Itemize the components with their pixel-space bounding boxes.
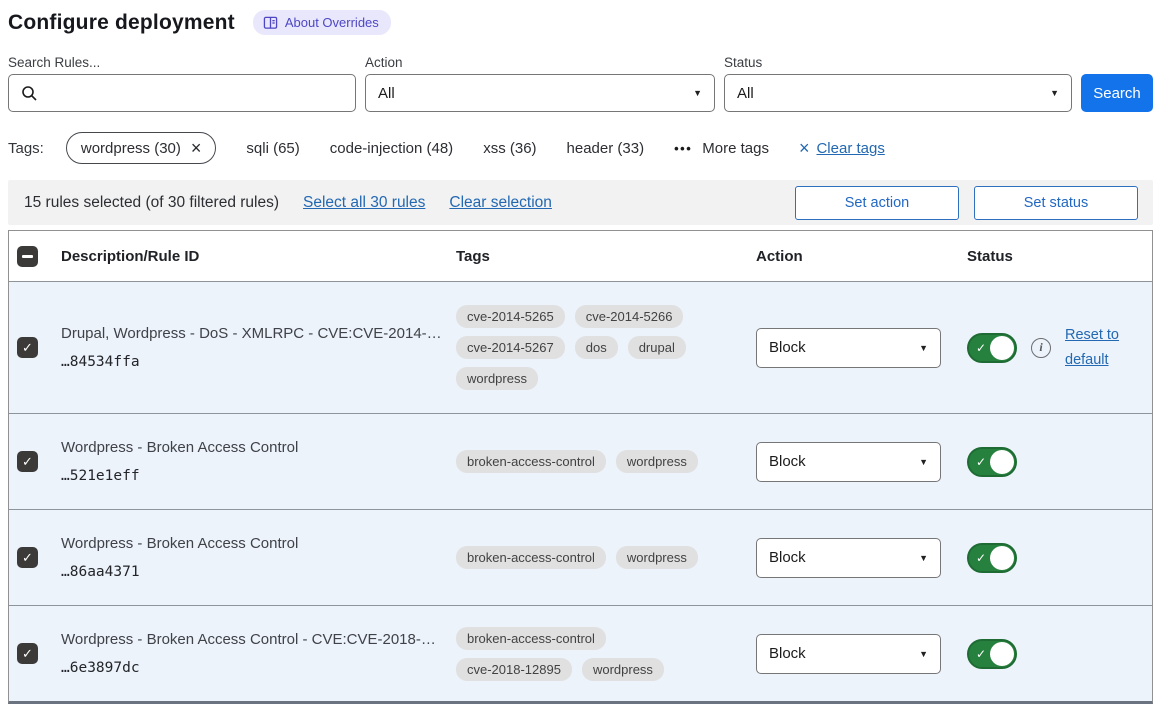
- tags-label: Tags:: [8, 140, 44, 157]
- action-filter-label: Action: [365, 55, 715, 70]
- row-checkbox[interactable]: ✓: [17, 643, 38, 664]
- row-checkbox[interactable]: ✓: [17, 451, 38, 472]
- column-header-action: Action: [751, 248, 956, 265]
- search-icon: [21, 85, 38, 102]
- row-action-select[interactable]: Block ▼: [756, 634, 941, 674]
- tag-pill: broken-access-control: [456, 450, 606, 473]
- action-filter-value: All: [378, 85, 395, 102]
- selection-summary: 15 rules selected (of 30 filtered rules): [24, 194, 279, 212]
- ellipsis-icon: •••: [674, 141, 692, 156]
- tag-item-xss[interactable]: xss (36): [483, 140, 536, 157]
- search-input[interactable]: [8, 74, 356, 112]
- row-checkbox[interactable]: ✓: [17, 547, 38, 568]
- tag-pill: wordpress: [616, 546, 698, 569]
- tag-pill: drupal: [628, 336, 686, 359]
- status-toggle[interactable]: ✓: [967, 543, 1017, 573]
- tag-pill: dos: [575, 336, 618, 359]
- rule-id: …521e1eff: [61, 468, 451, 484]
- column-header-tags: Tags: [451, 248, 713, 265]
- tag-pill: cve-2014-5266: [575, 305, 684, 328]
- chevron-down-icon: ▼: [919, 457, 928, 467]
- clear-tags-link[interactable]: × Clear tags: [799, 139, 885, 157]
- status-toggle[interactable]: ✓: [967, 447, 1017, 477]
- status-toggle[interactable]: ✓: [967, 639, 1017, 669]
- rule-id: …6e3897dc: [61, 660, 451, 676]
- rule-id: …84534ffa: [61, 354, 451, 370]
- tag-pill: wordpress: [456, 367, 538, 390]
- close-icon: ×: [799, 139, 810, 157]
- info-icon[interactable]: i: [1031, 338, 1051, 358]
- selection-bar: 15 rules selected (of 30 filtered rules)…: [8, 180, 1153, 225]
- action-filter-select[interactable]: All ▼: [365, 74, 715, 112]
- row-action-select[interactable]: Block ▼: [756, 328, 941, 368]
- table-row: ✓ Wordpress - Broken Access Control …521…: [9, 413, 1152, 509]
- column-header-description: Description/Rule ID: [61, 248, 451, 265]
- select-all-checkbox[interactable]: [17, 246, 38, 267]
- rule-description: Wordpress - Broken Access Control - CVE:…: [61, 631, 451, 648]
- table-row: ✓ Drupal, Wordpress - DoS - XMLRPC - CVE…: [9, 282, 1152, 413]
- clear-tags-label: Clear tags: [816, 140, 884, 157]
- clear-selection-link[interactable]: Clear selection: [449, 194, 552, 212]
- about-overrides-label: About Overrides: [285, 15, 379, 30]
- tag-chip-label: wordpress (30): [81, 140, 181, 157]
- rules-table: Description/Rule ID Tags Action Status ✓…: [8, 230, 1153, 704]
- status-filter-select[interactable]: All ▼: [724, 74, 1072, 112]
- rule-description: Wordpress - Broken Access Control: [61, 439, 451, 456]
- page-title: Configure deployment: [8, 11, 235, 35]
- tag-pill: wordpress: [616, 450, 698, 473]
- tag-item-sqli[interactable]: sqli (65): [246, 140, 299, 157]
- table-row: ✓ Wordpress - Broken Access Control …86a…: [9, 509, 1152, 605]
- chevron-down-icon: ▼: [1050, 88, 1059, 98]
- row-action-value: Block: [769, 645, 806, 662]
- reset-to-default-link[interactable]: Reset to default: [1065, 323, 1129, 372]
- tag-item-header[interactable]: header (33): [567, 140, 645, 157]
- status-toggle[interactable]: ✓: [967, 333, 1017, 363]
- row-action-select[interactable]: Block ▼: [756, 538, 941, 578]
- row-action-value: Block: [769, 549, 806, 566]
- tag-pill: cve-2014-5265: [456, 305, 565, 328]
- tag-pill: broken-access-control: [456, 546, 606, 569]
- tag-chip-wordpress[interactable]: wordpress (30) ×: [66, 132, 217, 164]
- chevron-down-icon: ▼: [919, 649, 928, 659]
- tag-item-code-injection[interactable]: code-injection (48): [330, 140, 453, 157]
- tag-pill: wordpress: [582, 658, 664, 681]
- remove-tag-icon[interactable]: ×: [191, 139, 202, 157]
- tag-pill: broken-access-control: [456, 627, 606, 650]
- chevron-down-icon: ▼: [919, 553, 928, 563]
- rule-description: Drupal, Wordpress - DoS - XMLRPC - CVE:C…: [61, 325, 451, 342]
- table-row: ✓ Wordpress - Broken Access Control - CV…: [9, 605, 1152, 701]
- row-action-value: Block: [769, 453, 806, 470]
- set-status-button[interactable]: Set status: [974, 186, 1138, 220]
- search-rules-label: Search Rules...: [8, 55, 356, 70]
- table-header-row: Description/Rule ID Tags Action Status: [9, 231, 1152, 282]
- status-filter-value: All: [737, 85, 754, 102]
- tag-pill: cve-2018-12895: [456, 658, 572, 681]
- row-checkbox[interactable]: ✓: [17, 337, 38, 358]
- about-overrides-badge[interactable]: About Overrides: [253, 10, 391, 35]
- select-all-rules-link[interactable]: Select all 30 rules: [303, 194, 425, 212]
- configure-deployment-page: Configure deployment About Overrides Sea…: [0, 0, 1160, 704]
- chevron-down-icon: ▼: [919, 343, 928, 353]
- set-action-button[interactable]: Set action: [795, 186, 959, 220]
- more-tags-label: More tags: [702, 140, 769, 157]
- row-action-value: Block: [769, 339, 806, 356]
- rule-id: …86aa4371: [61, 564, 451, 580]
- more-tags-button[interactable]: ••• More tags: [674, 140, 769, 157]
- row-action-select[interactable]: Block ▼: [756, 442, 941, 482]
- rule-description: Wordpress - Broken Access Control: [61, 535, 451, 552]
- book-icon: [263, 16, 278, 30]
- search-button[interactable]: Search: [1081, 74, 1153, 112]
- tag-pill: cve-2014-5267: [456, 336, 565, 359]
- column-header-status: Status: [956, 248, 1152, 265]
- status-filter-label: Status: [724, 55, 1072, 70]
- chevron-down-icon: ▼: [693, 88, 702, 98]
